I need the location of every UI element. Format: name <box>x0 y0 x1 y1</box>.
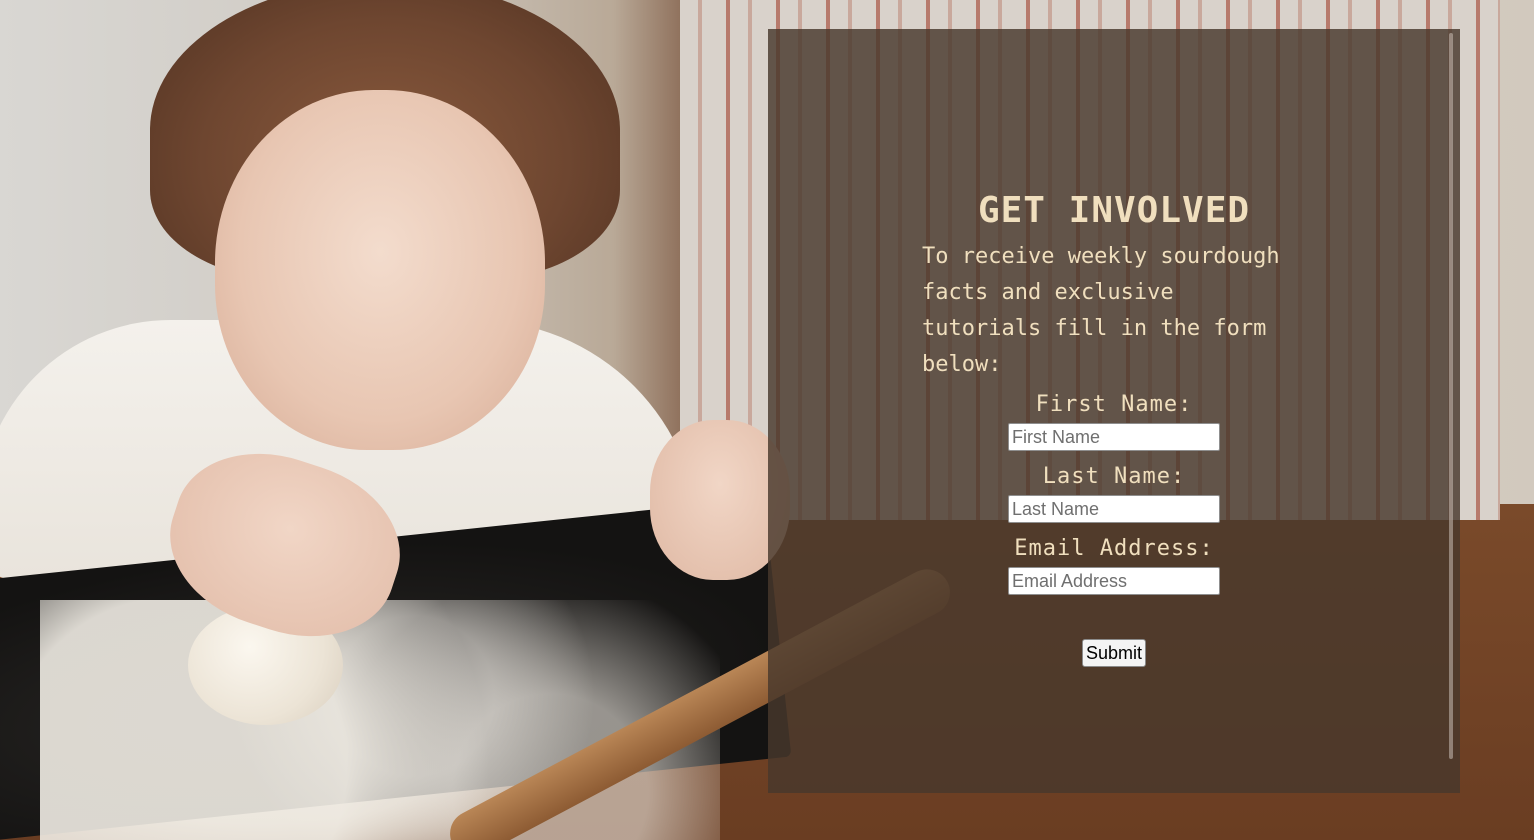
email-label: Email Address: <box>1014 536 1214 561</box>
form-intro: To receive weekly sourdough facts and ex… <box>922 244 1280 377</box>
last-name-label: Last Name: <box>1042 464 1186 489</box>
signup-form: GET INVOLVED To receive weekly sourdough… <box>922 189 1306 667</box>
email-input[interactable] <box>1008 567 1220 595</box>
first-name-input[interactable] <box>1008 423 1220 451</box>
form-heading: GET INVOLVED <box>977 190 1251 231</box>
page: GET INVOLVED To receive weekly sourdough… <box>0 0 1534 840</box>
girl-face <box>215 90 545 450</box>
flour-spill <box>40 600 720 840</box>
submit-button[interactable]: Submit <box>1081 639 1147 667</box>
first-name-label: First Name: <box>1035 392 1193 417</box>
signup-panel: GET INVOLVED To receive weekly sourdough… <box>768 29 1460 793</box>
panel-scrollbar[interactable] <box>1449 33 1453 759</box>
last-name-input[interactable] <box>1008 495 1220 523</box>
